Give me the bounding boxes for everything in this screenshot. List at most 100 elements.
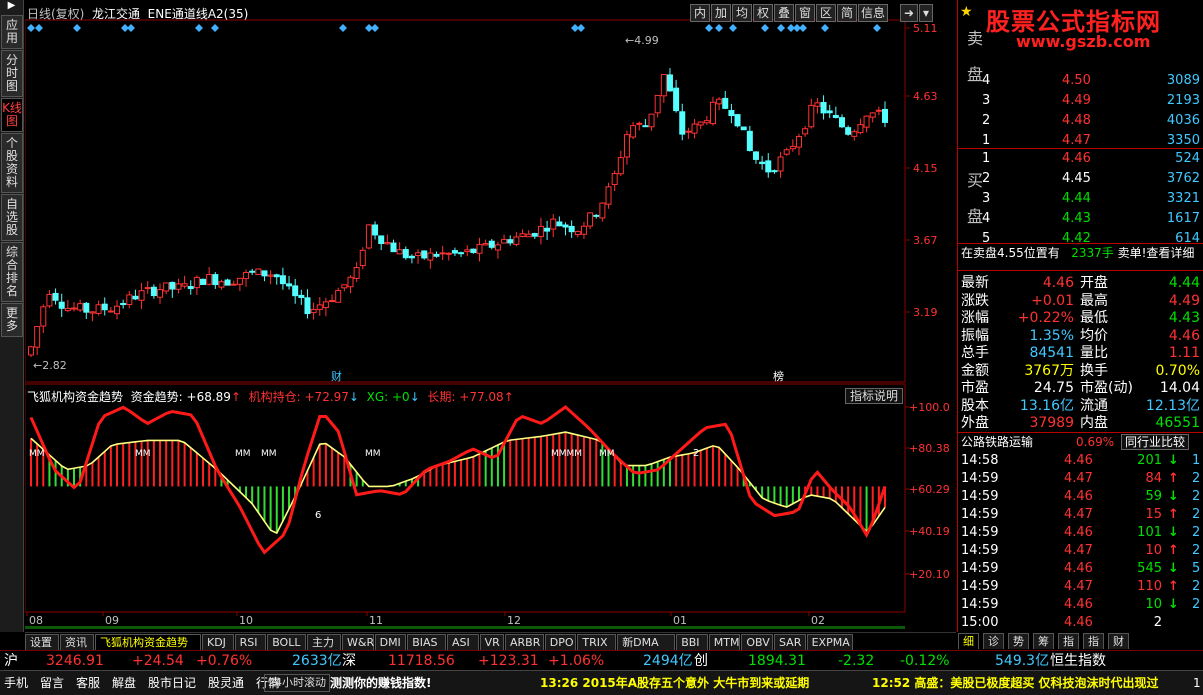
- candle-body[interactable]: [150, 286, 157, 297]
- candle-body[interactable]: [89, 311, 96, 314]
- candle-body[interactable]: [869, 112, 876, 118]
- candle-body[interactable]: [267, 274, 274, 277]
- candle-body[interactable]: [335, 290, 342, 303]
- candle-body[interactable]: [789, 145, 796, 150]
- candle-body[interactable]: [783, 149, 790, 155]
- candle-body[interactable]: [722, 97, 729, 109]
- order-notice[interactable]: 在卖盘4.55位置有 2337手 卖单!查看详细: [958, 243, 1203, 261]
- candle-body[interactable]: [353, 266, 360, 279]
- candle-body[interactable]: [273, 274, 280, 278]
- candle-body[interactable]: [200, 278, 207, 285]
- candle-body[interactable]: [402, 249, 409, 259]
- candle-body[interactable]: [740, 126, 747, 131]
- candle-body[interactable]: [814, 102, 821, 107]
- candle-body[interactable]: [28, 346, 34, 356]
- indicator-help-button[interactable]: 指标说明: [845, 388, 904, 404]
- candle-body[interactable]: [623, 134, 630, 158]
- candle-body[interactable]: [329, 299, 336, 302]
- candle-body[interactable]: [261, 270, 268, 277]
- candle-body[interactable]: [427, 252, 434, 261]
- candle-body[interactable]: [777, 156, 784, 172]
- candle-body[interactable]: [64, 307, 71, 312]
- candle-body[interactable]: [95, 304, 102, 314]
- candle-body[interactable]: [599, 202, 606, 219]
- tab-0[interactable]: 设置: [25, 634, 59, 650]
- candle-body[interactable]: [544, 227, 551, 232]
- tab-17[interactable]: MTM: [708, 634, 741, 650]
- candle-body[interactable]: [445, 252, 452, 255]
- candle-body[interactable]: [138, 290, 145, 301]
- candle-body[interactable]: [494, 244, 501, 251]
- candle-body[interactable]: [654, 94, 661, 114]
- sidebar-item-intraday[interactable]: 分时图: [1, 50, 23, 97]
- candle-body[interactable]: [439, 252, 446, 255]
- candle-body[interactable]: [765, 160, 772, 173]
- candle-body[interactable]: [875, 109, 882, 112]
- tab-14[interactable]: TRIX: [577, 634, 617, 650]
- candle-body[interactable]: [685, 130, 692, 133]
- sidebar-item-ranking[interactable]: 综合排名: [1, 242, 23, 302]
- toolbar-arrow-icon[interactable]: ➜: [900, 4, 918, 22]
- sidebar-item-watchlist[interactable]: 自选股: [1, 194, 23, 241]
- candle-body[interactable]: [451, 250, 458, 254]
- candle-body[interactable]: [181, 283, 188, 287]
- candle-body[interactable]: [415, 252, 422, 256]
- candle-body[interactable]: [144, 287, 151, 290]
- scroll-news-button[interactable]: 24小时滚动: [264, 674, 330, 692]
- candle-body[interactable]: [611, 173, 618, 186]
- candle-body[interactable]: [396, 249, 403, 255]
- candle-body[interactable]: [507, 239, 514, 244]
- candle-body[interactable]: [636, 122, 643, 125]
- sidebar-item-kline[interactable]: K线图: [1, 98, 23, 132]
- scroll-text[interactable]: 测测你的赚钱指数!: [330, 671, 431, 695]
- status-item-4[interactable]: 股市日记: [148, 671, 196, 695]
- news-item-1[interactable]: 13:26 2015年A股存五个意外 大牛市到来或延期: [540, 671, 809, 695]
- tab-13[interactable]: DPO: [544, 634, 577, 650]
- candle-body[interactable]: [236, 277, 243, 285]
- candle-body[interactable]: [77, 303, 84, 311]
- candle-body[interactable]: [107, 310, 114, 313]
- right-tab-6[interactable]: 财: [1108, 633, 1129, 649]
- candle-body[interactable]: [519, 233, 526, 237]
- candle-body[interactable]: [488, 240, 495, 248]
- candle-body[interactable]: [378, 235, 385, 245]
- candle-body[interactable]: [322, 301, 329, 309]
- toolbar-button-5[interactable]: 窗: [795, 4, 815, 22]
- candle-body[interactable]: [316, 304, 323, 310]
- tab-3[interactable]: KDJ: [202, 634, 234, 650]
- right-tab-0[interactable]: 细: [958, 633, 979, 649]
- candle-body[interactable]: [126, 294, 133, 305]
- candle-body[interactable]: [562, 224, 569, 228]
- candle-body[interactable]: [587, 212, 594, 227]
- candle-body[interactable]: [734, 114, 741, 127]
- candle-body[interactable]: [187, 286, 194, 290]
- candle-body[interactable]: [802, 128, 809, 135]
- toolbar-button-1[interactable]: 加: [711, 4, 731, 22]
- candle-body[interactable]: [458, 252, 465, 255]
- candle-body[interactable]: [691, 123, 698, 134]
- candle-body[interactable]: [470, 248, 477, 254]
- right-tab-4[interactable]: 指: [1058, 633, 1079, 649]
- tab-2[interactable]: 飞狐机构资金趋势: [95, 634, 201, 650]
- candle-body[interactable]: [249, 270, 256, 273]
- candle-body[interactable]: [795, 136, 802, 148]
- candle-body[interactable]: [218, 281, 225, 288]
- candle-body[interactable]: [648, 113, 655, 128]
- candle-body[interactable]: [464, 249, 471, 253]
- sector-name[interactable]: 公路铁路运输: [961, 433, 1033, 451]
- toolbar-button-8[interactable]: 信息: [858, 4, 888, 22]
- tab-9[interactable]: BIAS: [407, 634, 446, 650]
- candle-body[interactable]: [71, 307, 78, 310]
- candle-body[interactable]: [421, 250, 428, 259]
- ranking-marker[interactable]: 榜: [773, 369, 784, 383]
- status-item-1[interactable]: 留言: [40, 671, 64, 695]
- candle-body[interactable]: [34, 326, 41, 348]
- sidebar-item-app[interactable]: 应用: [1, 15, 23, 49]
- candle-body[interactable]: [286, 283, 293, 287]
- candle-body[interactable]: [863, 115, 870, 128]
- candle-body[interactable]: [212, 274, 219, 286]
- candle-body[interactable]: [752, 151, 759, 160]
- candle-body[interactable]: [157, 289, 164, 298]
- candle-body[interactable]: [666, 74, 673, 92]
- candle-body[interactable]: [372, 224, 379, 236]
